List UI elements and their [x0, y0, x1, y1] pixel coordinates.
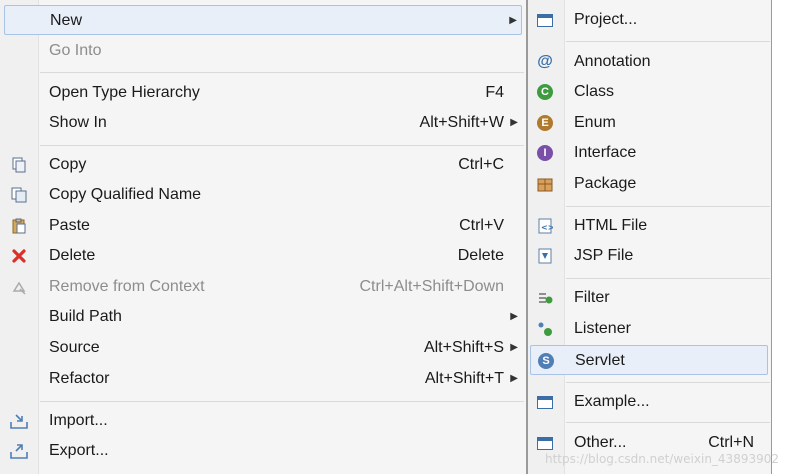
submenu-item-example[interactable]: Example... — [530, 387, 768, 417]
menu-item-build-path[interactable]: Build Path ▶ — [4, 302, 522, 332]
interface-icon: I — [536, 144, 554, 162]
remove-context-icon — [10, 278, 28, 296]
menu-item-label: New — [50, 12, 83, 29]
submenu-item-enum[interactable]: E Enum — [530, 108, 768, 138]
menu-item-remove-from-context: Remove from Context Ctrl+Alt+Shift+Down — [4, 272, 522, 302]
context-menu: New ▶ Go Into Open Type Hierarchy F4 Sho… — [0, 0, 527, 474]
separator — [566, 382, 770, 383]
separator — [566, 206, 770, 207]
shortcut-label: Delete — [457, 247, 504, 264]
submenu-item-html-file[interactable]: <> HTML File — [530, 211, 768, 241]
menu-item-label: Show In — [49, 114, 107, 131]
menu-item-label: JSP File — [574, 247, 634, 264]
menu-item-new[interactable]: New ▶ — [4, 5, 522, 35]
submenu-arrow-icon: ▶ — [510, 311, 518, 322]
listener-icon — [536, 320, 554, 338]
other-icon — [536, 434, 554, 452]
menu-item-copy-qualified-name[interactable]: Copy Qualified Name — [4, 180, 522, 210]
separator — [40, 145, 524, 146]
menu-item-label: Package — [574, 175, 637, 192]
submenu-item-interface[interactable]: I Interface — [530, 138, 768, 168]
class-icon: C — [536, 83, 554, 101]
delete-icon — [10, 247, 28, 265]
menu-item-open-type-hierarchy[interactable]: Open Type Hierarchy F4 — [4, 78, 522, 108]
submenu-arrow-icon: ▶ — [510, 342, 518, 353]
submenu-item-package[interactable]: Package — [530, 169, 768, 199]
menu-item-label: Remove from Context — [49, 278, 205, 295]
copy-icon — [10, 156, 28, 174]
export-icon — [10, 442, 28, 460]
menu-item-export[interactable]: Export... — [4, 436, 522, 466]
menu-item-go-into: Go Into — [4, 36, 522, 66]
menu-item-label: Listener — [574, 320, 631, 337]
menu-item-label: Source — [49, 339, 100, 356]
menu-item-label: Copy — [49, 156, 87, 173]
menu-item-label: Build Path — [49, 308, 122, 325]
new-submenu: Project... @ Annotation C Class E Enum I… — [527, 0, 772, 474]
menu-item-label: Refactor — [49, 370, 110, 387]
menu-item-label: Import... — [49, 412, 108, 429]
menu-item-copy[interactable]: Copy Ctrl+C — [4, 150, 522, 180]
menu-item-delete[interactable]: Delete Delete — [4, 241, 522, 271]
submenu-item-class[interactable]: C Class — [530, 77, 768, 107]
separator — [566, 422, 770, 423]
menu-item-source[interactable]: Source Alt+Shift+S ▶ — [4, 333, 522, 363]
svg-text:<>: <> — [541, 223, 553, 232]
shortcut-label: Ctrl+C — [458, 156, 504, 173]
menu-item-label: Filter — [574, 289, 610, 306]
shortcut-label: Ctrl+Alt+Shift+Down — [359, 278, 504, 295]
import-icon — [10, 412, 28, 430]
separator — [40, 72, 524, 73]
menu-item-label: Copy Qualified Name — [49, 186, 202, 203]
shortcut-label: Alt+Shift+W — [419, 114, 504, 131]
submenu-arrow-icon: ▶ — [510, 117, 518, 128]
annotation-icon: @ — [537, 53, 553, 70]
submenu-item-annotation[interactable]: @ Annotation — [530, 47, 768, 77]
menu-item-label: Export... — [49, 442, 109, 459]
separator — [566, 278, 770, 279]
menu-item-label: Project... — [574, 11, 638, 28]
menu-item-label: Interface — [574, 144, 637, 161]
menu-item-label: Open Type Hierarchy — [49, 84, 200, 101]
html-file-icon: <> — [536, 217, 554, 235]
menu-item-show-in[interactable]: Show In Alt+Shift+W ▶ — [4, 108, 522, 138]
submenu-item-servlet[interactable]: S Servlet — [530, 345, 768, 375]
menu-item-label: Servlet — [575, 352, 625, 369]
copy-qualified-name-icon — [10, 186, 28, 204]
package-icon — [536, 175, 554, 193]
shortcut-label: Alt+Shift+T — [424, 370, 504, 387]
menu-item-label: Go Into — [49, 42, 102, 59]
menu-item-import[interactable]: Import... — [4, 406, 522, 436]
menu-item-label: Example... — [574, 393, 650, 410]
menu-item-refactor[interactable]: Refactor Alt+Shift+T ▶ — [4, 364, 522, 394]
submenu-item-listener[interactable]: Listener — [530, 314, 768, 344]
shortcut-label: Ctrl+V — [459, 217, 504, 234]
submenu-arrow-icon: ▶ — [510, 373, 518, 384]
paste-icon — [10, 217, 28, 235]
menu-item-label: Annotation — [574, 53, 651, 70]
menu-item-label: Delete — [49, 247, 96, 264]
separator — [566, 41, 770, 42]
jsp-file-icon — [536, 247, 554, 265]
separator — [40, 401, 524, 402]
servlet-icon: S — [537, 352, 555, 370]
menu-item-label: Paste — [49, 217, 90, 234]
menu-item-paste[interactable]: Paste Ctrl+V — [4, 211, 522, 241]
menu-item-label: Class — [574, 83, 615, 100]
project-icon — [536, 11, 554, 29]
submenu-item-project[interactable]: Project... — [530, 5, 768, 35]
submenu-item-filter[interactable]: Filter — [530, 283, 768, 313]
filter-icon — [536, 289, 554, 307]
menu-item-label: HTML File — [574, 217, 648, 234]
submenu-arrow-icon: ▶ — [509, 15, 517, 26]
enum-icon: E — [536, 114, 554, 132]
example-icon — [536, 393, 554, 411]
watermark: https://blog.csdn.net/weixin_43893902 — [544, 452, 779, 466]
submenu-item-jsp-file[interactable]: JSP File — [530, 241, 768, 271]
shortcut-label: F4 — [485, 84, 504, 101]
menu-item-label: Enum — [574, 114, 616, 131]
shortcut-label: Alt+Shift+S — [423, 339, 504, 356]
